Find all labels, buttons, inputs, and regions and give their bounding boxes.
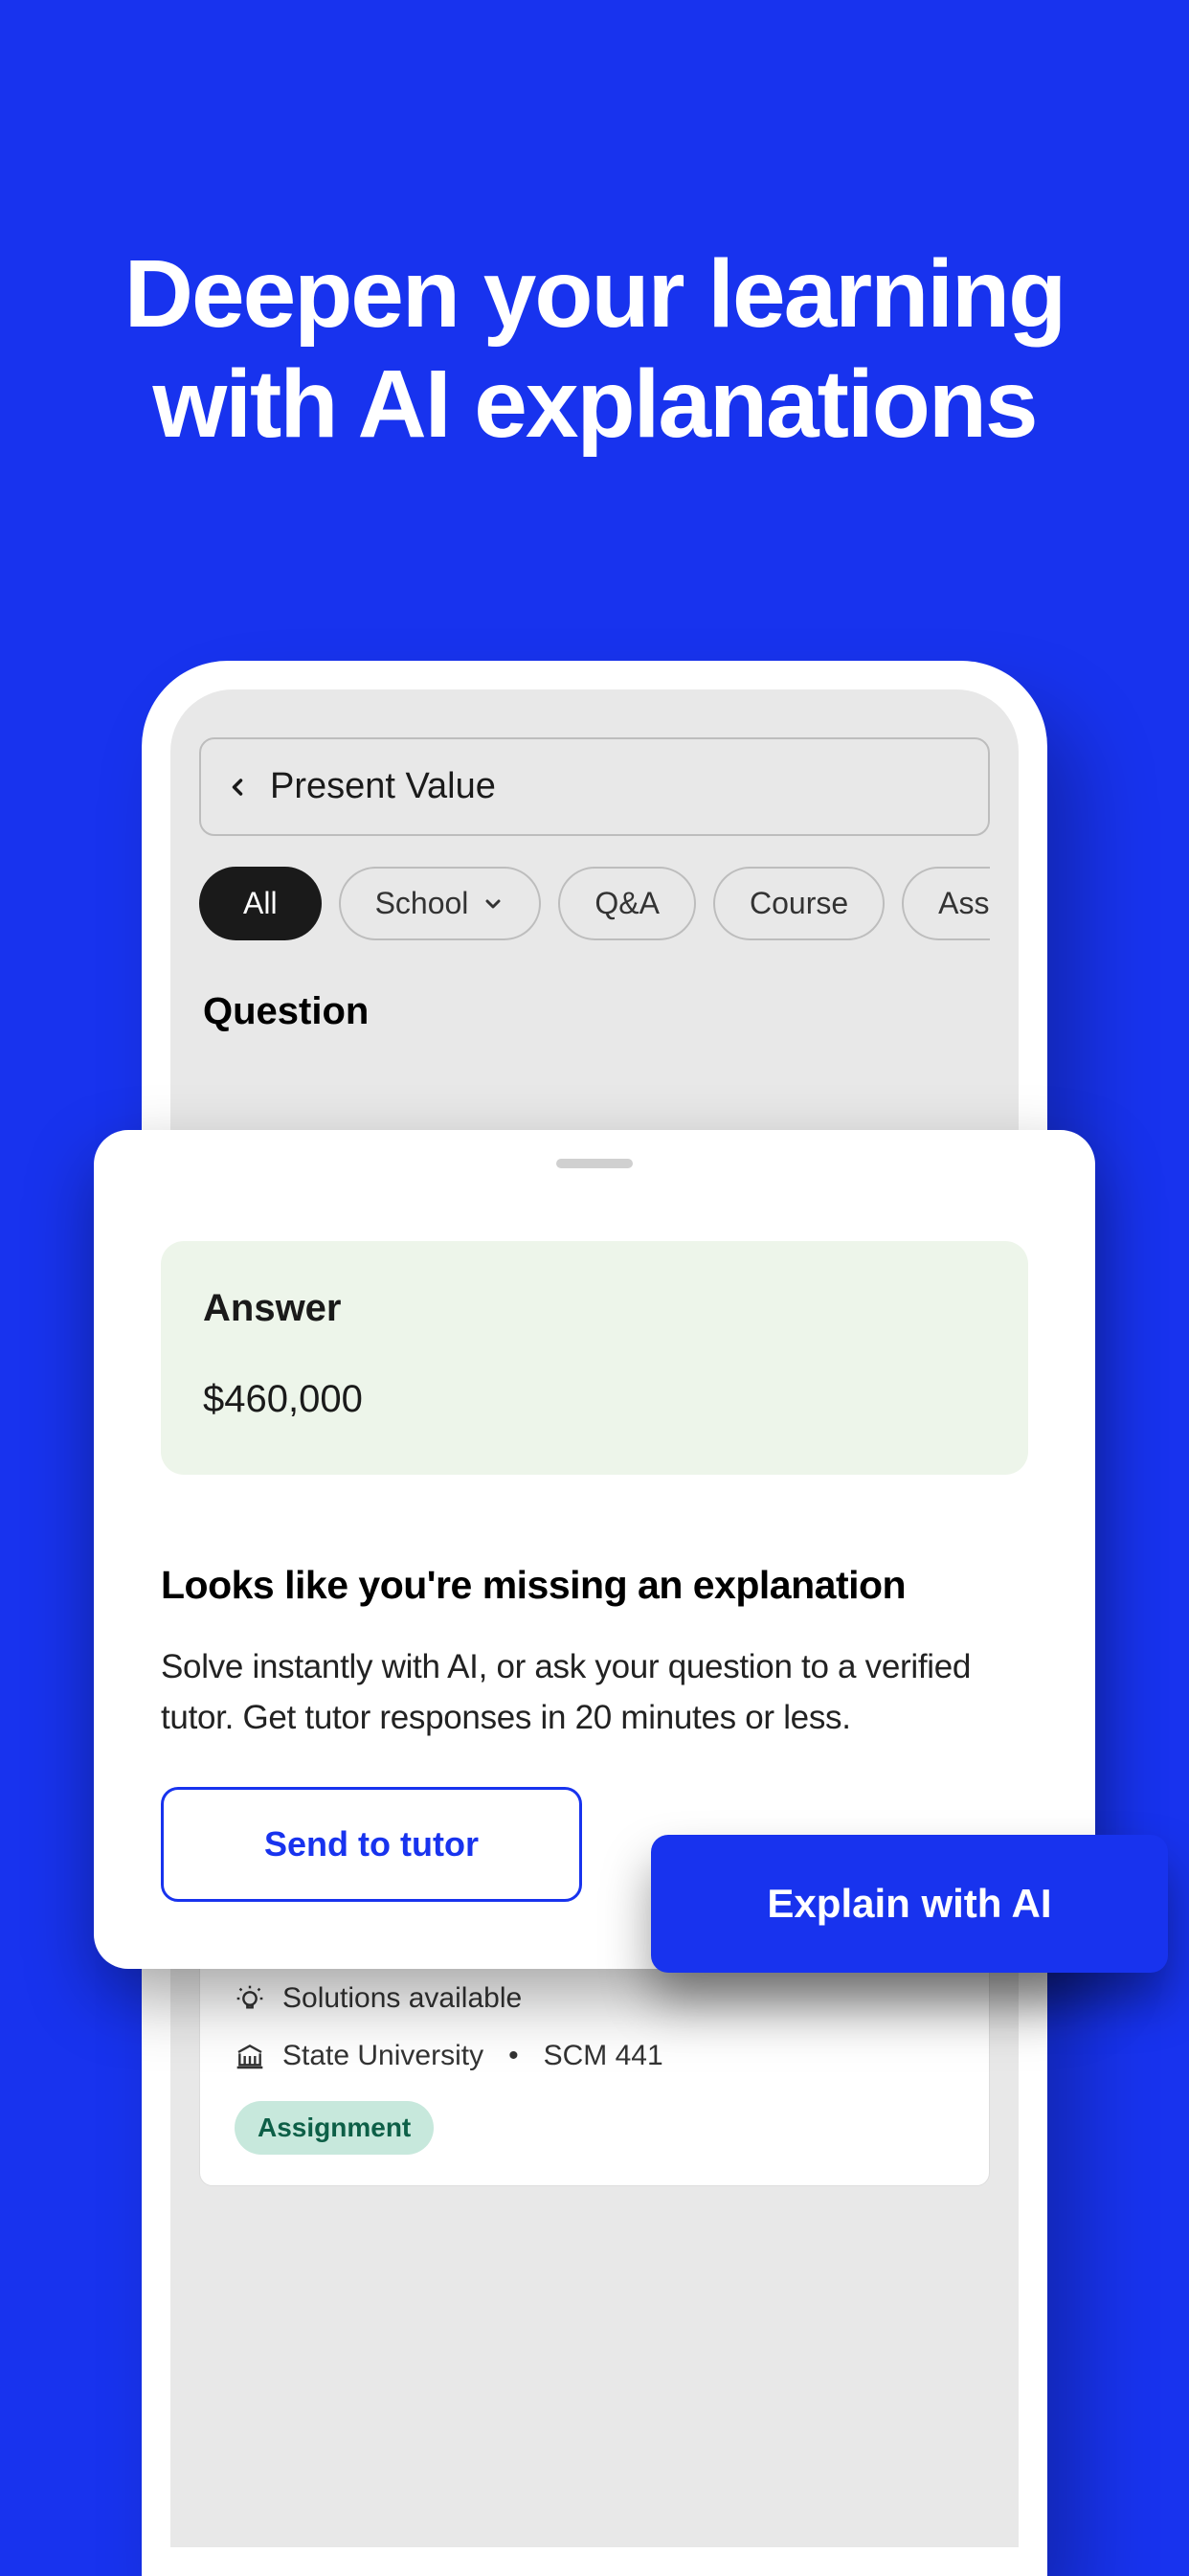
filter-chip-all[interactable]: All (199, 867, 322, 940)
solutions-label: Solutions available (282, 1982, 522, 2015)
send-to-tutor-button[interactable]: Send to tutor (161, 1787, 582, 1902)
filter-chips-row: All School Q&A Course Assign (199, 867, 990, 940)
meta-separator: • (508, 2040, 519, 2072)
headline-line-1: Deepen your learning (124, 240, 1065, 348)
doc-solutions-row: Solutions available (235, 1982, 954, 2015)
assignment-badge: Assignment (235, 2101, 434, 2155)
filter-label-all: All (243, 886, 278, 921)
course-code: SCM 441 (544, 2040, 663, 2072)
institution-icon (235, 2041, 265, 2071)
chevron-down-icon (482, 893, 505, 915)
filter-label-school: School (375, 886, 469, 921)
filter-chip-assignment[interactable]: Assign (902, 867, 990, 940)
nav-title: Present Value (270, 766, 496, 807)
filter-label-course: Course (750, 886, 848, 921)
answer-card: Answer $460,000 (161, 1241, 1028, 1475)
explain-with-ai-button[interactable]: Explain with AI (651, 1835, 1168, 1973)
school-name: State University (282, 2040, 483, 2072)
marketing-headline: Deepen your learning with AI explanation… (0, 0, 1189, 460)
lightbulb-icon (235, 1983, 265, 2014)
chevron-left-icon (224, 774, 251, 801)
sheet-drag-handle[interactable] (556, 1159, 633, 1168)
sheet-body: Solve instantly with AI, or ask your que… (161, 1642, 1028, 1743)
filter-chip-qa[interactable]: Q&A (558, 867, 696, 940)
answer-label: Answer (203, 1287, 986, 1330)
navigation-bar[interactable]: Present Value (199, 737, 990, 836)
headline-line-2: with AI explanations (152, 350, 1036, 458)
filter-label-qa: Q&A (594, 886, 660, 921)
filter-chip-course[interactable]: Course (713, 867, 885, 940)
doc-school-row: State University • SCM 441 (235, 2040, 954, 2072)
filter-label-assignment: Assign (938, 886, 990, 921)
question-section-label: Question (203, 990, 990, 1033)
filter-chip-school[interactable]: School (339, 867, 542, 940)
answer-value: $460,000 (203, 1378, 986, 1421)
sheet-title: Looks like you're missing an explanation (161, 1563, 1028, 1608)
